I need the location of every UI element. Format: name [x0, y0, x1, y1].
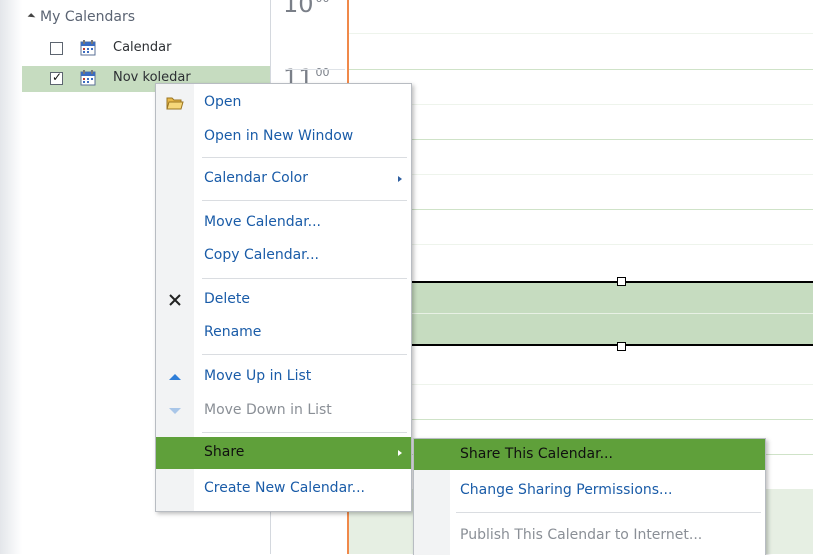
half-hour-line	[349, 384, 813, 385]
menu-item-rename[interactable]: Rename	[156, 316, 411, 350]
menu-item-share[interactable]: Share	[156, 437, 411, 469]
menu-item-change-sharing-permissions[interactable]: Change Sharing Permissions...	[414, 474, 765, 508]
submenu-arrow-icon	[398, 450, 402, 456]
menu-item-open-new-window[interactable]: Open in New Window	[156, 120, 411, 154]
time-label-10: 1000	[283, 0, 330, 18]
calendar-checkbox[interactable]	[50, 42, 63, 55]
calendar-context-menu: Open Open in New Window Calendar Color M…	[155, 83, 412, 512]
menu-item-calendar-color[interactable]: Calendar Color	[156, 162, 411, 196]
hour-line	[349, 209, 813, 210]
my-calendars-group[interactable]: My Calendars	[27, 9, 136, 25]
menu-separator	[456, 512, 761, 513]
menu-item-move-calendar[interactable]: Move Calendar...	[156, 206, 411, 240]
window-edge	[0, 0, 22, 554]
calendar-item-calendar[interactable]: Calendar	[22, 36, 270, 62]
menu-item-create-new-calendar[interactable]: Create New Calendar...	[156, 472, 411, 506]
menu-separator	[202, 157, 407, 158]
resize-handle-top[interactable]	[617, 277, 626, 286]
half-hour-line	[349, 244, 813, 245]
calendar-icon	[80, 70, 96, 86]
half-hour-line	[349, 33, 813, 34]
menu-item-share-this-calendar[interactable]: Share This Calendar...	[414, 439, 765, 470]
selected-time-slot[interactable]	[349, 281, 813, 346]
menu-separator	[202, 432, 407, 433]
half-hour-line	[349, 104, 813, 105]
menu-item-move-down[interactable]: Move Down in List	[156, 394, 411, 428]
menu-item-publish-to-internet[interactable]: Publish This Calendar to Internet...	[414, 519, 765, 553]
menu-separator	[202, 354, 407, 355]
resize-handle-bottom[interactable]	[617, 342, 626, 351]
open-folder-icon	[166, 97, 184, 110]
calendar-checkbox[interactable]: ✓	[50, 70, 63, 85]
menu-item-copy-calendar[interactable]: Copy Calendar...	[156, 239, 411, 273]
menu-separator	[202, 278, 407, 279]
share-submenu: Share This Calendar... Change Sharing Pe…	[413, 438, 766, 555]
hour-divider	[285, 69, 345, 70]
calendar-icon	[80, 40, 96, 56]
menu-item-delete[interactable]: Delete	[156, 283, 411, 317]
menu-separator	[202, 200, 407, 201]
calendar-label: Calendar	[113, 40, 172, 55]
checkmark-icon: ✓	[52, 70, 63, 84]
hour-line	[349, 69, 813, 70]
arrow-up-icon	[169, 374, 181, 380]
half-hour-line	[349, 313, 813, 314]
group-label: My Calendars	[40, 9, 136, 25]
arrow-down-icon	[169, 408, 181, 414]
menu-item-open[interactable]: Open	[156, 86, 411, 120]
hour-line	[349, 419, 813, 420]
submenu-arrow-icon	[398, 176, 402, 182]
hour-line	[349, 139, 813, 140]
menu-item-move-up[interactable]: Move Up in List	[156, 360, 411, 394]
half-hour-line	[349, 174, 813, 175]
delete-x-icon	[169, 294, 181, 306]
